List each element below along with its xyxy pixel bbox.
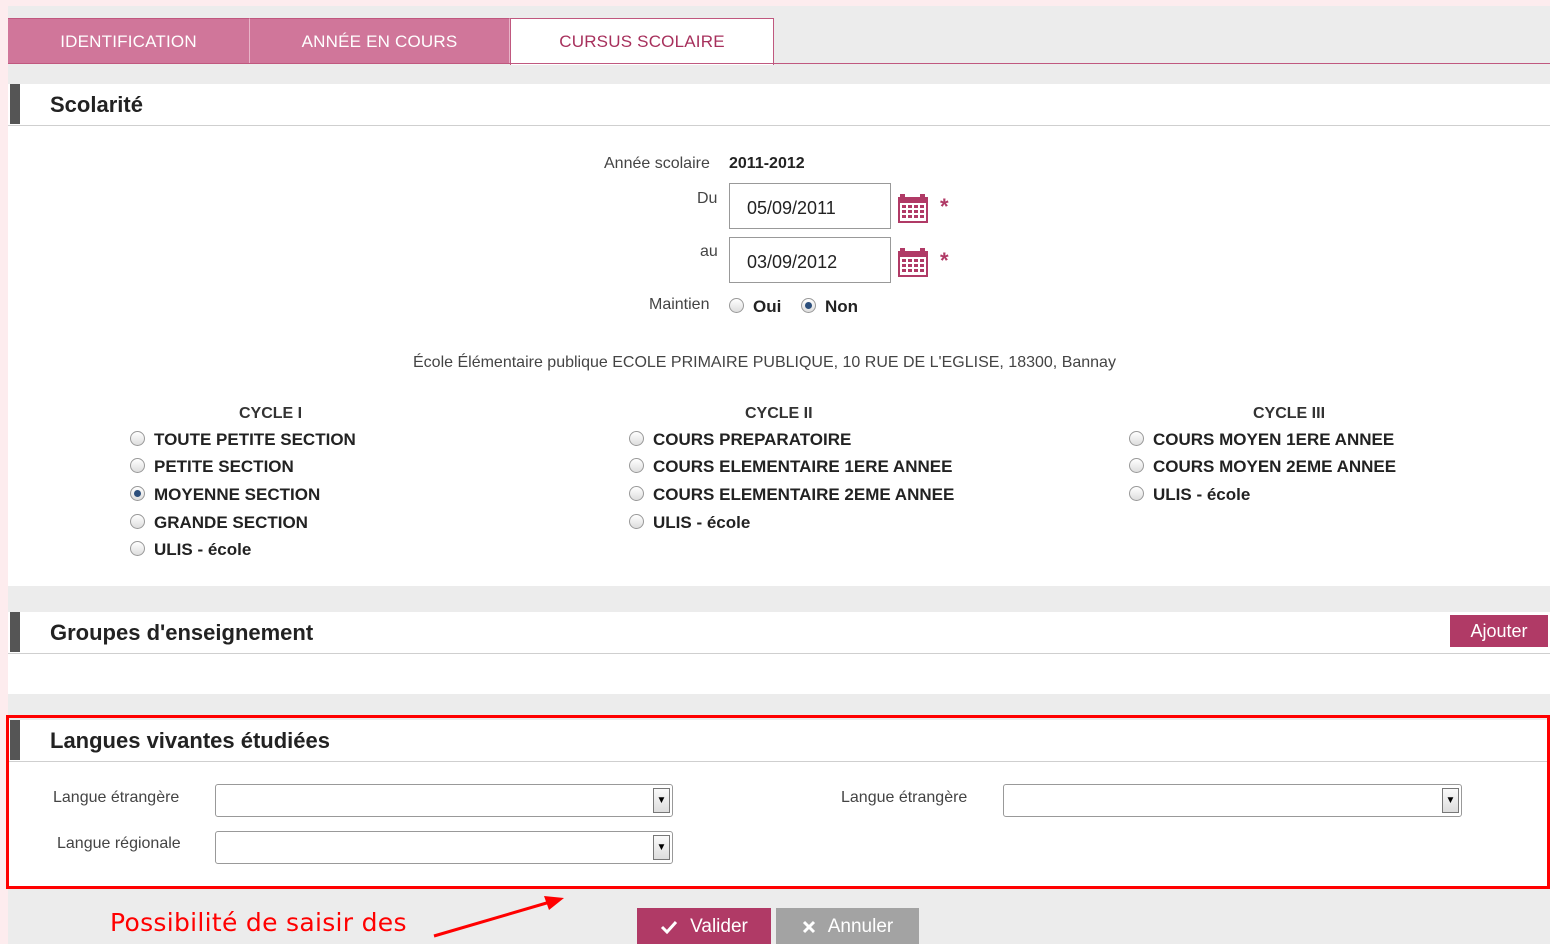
radio-button[interactable] [1129, 458, 1144, 474]
option-label: COURS ELEMENTAIRE 2EME ANNEE [653, 485, 955, 504]
checkmark-icon [661, 920, 678, 934]
section-title: Scolarité [50, 92, 143, 117]
annotation-arrow-icon [433, 896, 564, 938]
chevron-down-icon[interactable]: ▼ [1442, 788, 1459, 813]
langue-etrangere-select[interactable]: ▼ [215, 784, 673, 817]
option-label: MOYENNE SECTION [154, 485, 321, 504]
section-marker [10, 720, 20, 760]
level-option[interactable]: GRANDE SECTION [130, 513, 308, 533]
langue-regionale-select[interactable]: ▼ [215, 831, 673, 864]
option-label: ULIS - école [653, 513, 751, 532]
option-label: PETITE SECTION [154, 457, 294, 476]
cancel-button[interactable]: Annuler [776, 908, 919, 944]
radio-button[interactable] [729, 298, 744, 314]
option-label: COURS MOYEN 2EME ANNEE [1153, 457, 1397, 476]
radio-button[interactable] [130, 431, 145, 447]
option-label: Non [825, 297, 859, 316]
tab-identification[interactable]: IDENTIFICATION [8, 18, 250, 64]
radio-button[interactable] [629, 486, 644, 502]
groupes-section: Groupes d'enseignement Ajouter [8, 612, 1550, 694]
level-option[interactable]: ULIS - école [1129, 485, 1250, 505]
level-option[interactable]: COURS MOYEN 2EME ANNEE [1129, 457, 1396, 477]
option-label: COURS PREPARATOIRE [653, 430, 852, 449]
validate-label: Valider [690, 915, 748, 937]
option-label: ULIS - école [1153, 485, 1251, 504]
level-option[interactable]: TOUTE PETITE SECTION [130, 430, 356, 450]
maintien-oui-option[interactable]: Oui [729, 297, 781, 317]
cycle-3-title: CYCLE III [1253, 405, 1326, 422]
radio-button[interactable] [1129, 486, 1144, 502]
calendar-icon[interactable] [897, 190, 929, 224]
radio-button[interactable] [130, 458, 145, 474]
cycle-1-title: CYCLE I [239, 405, 303, 422]
required-mark: * [940, 194, 949, 219]
annotation-text: Possibilité de saisir des [110, 908, 407, 937]
level-option[interactable]: ULIS - école [629, 513, 750, 533]
level-option[interactable]: COURS ELEMENTAIRE 1ERE ANNEE [629, 457, 952, 477]
level-option[interactable]: COURS PREPARATOIRE [629, 430, 851, 450]
radio-button[interactable] [130, 486, 145, 502]
maintien-label: Maintien [649, 296, 710, 313]
chevron-down-icon[interactable]: ▼ [653, 835, 670, 860]
required-mark: * [940, 248, 949, 273]
section-marker [10, 84, 20, 124]
level-option[interactable]: ULIS - école [130, 540, 251, 560]
radio-button[interactable] [629, 458, 644, 474]
scolarite-section: Scolarité Année scolaire 2011-2012 Du 05… [8, 84, 1550, 586]
close-icon [802, 920, 815, 933]
radio-button[interactable] [130, 514, 145, 530]
option-label: ULIS - école [154, 540, 252, 559]
section-marker [10, 612, 20, 652]
langues-section: Langues vivantes étudiées Langue étrangè… [8, 720, 1550, 886]
langue-etrangere-label: Langue étrangère [53, 789, 180, 806]
section-header: Groupes d'enseignement Ajouter [8, 612, 1550, 654]
level-option[interactable]: PETITE SECTION [130, 457, 294, 477]
langue-etrangere-2-select[interactable]: ▼ [1003, 784, 1462, 817]
level-option[interactable]: COURS ELEMENTAIRE 2EME ANNEE [629, 485, 954, 505]
tab-annee-en-cours[interactable]: ANNÉE EN COURS [250, 18, 510, 64]
langue-regionale-label: Langue régionale [57, 835, 181, 852]
tab-underline [8, 63, 1550, 64]
add-group-button[interactable]: Ajouter [1450, 615, 1548, 647]
level-option[interactable]: MOYENNE SECTION [130, 485, 320, 505]
tab-cursus-scolaire[interactable]: CURSUS SCOLAIRE [510, 18, 774, 65]
cycle-2-title: CYCLE II [745, 405, 813, 422]
annee-scolaire-value: 2011-2012 [729, 155, 805, 172]
radio-button[interactable] [629, 431, 644, 447]
maintien-non-option[interactable]: Non [801, 297, 858, 317]
radio-button[interactable] [1129, 431, 1144, 447]
annee-scolaire-label: Année scolaire [604, 155, 710, 172]
section-header: Langues vivantes étudiées [8, 720, 1550, 762]
au-label: au [700, 243, 718, 260]
du-label: Du [697, 190, 718, 207]
calendar-icon[interactable] [897, 244, 929, 278]
chevron-down-icon[interactable]: ▼ [653, 788, 670, 813]
level-option[interactable]: COURS MOYEN 1ERE ANNEE [1129, 430, 1394, 450]
option-label: TOUTE PETITE SECTION [154, 430, 356, 449]
date-end-input[interactable]: 03/09/2012 [729, 237, 891, 283]
option-label: GRANDE SECTION [154, 513, 308, 532]
option-label: COURS MOYEN 1ERE ANNEE [1153, 430, 1395, 449]
radio-button[interactable] [801, 298, 816, 314]
option-label: Oui [753, 297, 782, 316]
section-title: Langues vivantes étudiées [50, 728, 330, 753]
radio-button[interactable] [629, 514, 644, 530]
cancel-label: Annuler [827, 915, 894, 937]
date-start-input[interactable]: 05/09/2011 [729, 183, 891, 229]
radio-button[interactable] [130, 541, 145, 557]
validate-button[interactable]: Valider [637, 908, 771, 944]
section-title: Groupes d'enseignement [50, 620, 314, 645]
option-label: COURS ELEMENTAIRE 1ERE ANNEE [653, 457, 953, 476]
ecole-address: École Élémentaire publique ECOLE PRIMAIR… [413, 354, 1116, 371]
section-header: Scolarité [8, 84, 1550, 126]
langue-etrangere-label: Langue étrangère [841, 789, 968, 806]
